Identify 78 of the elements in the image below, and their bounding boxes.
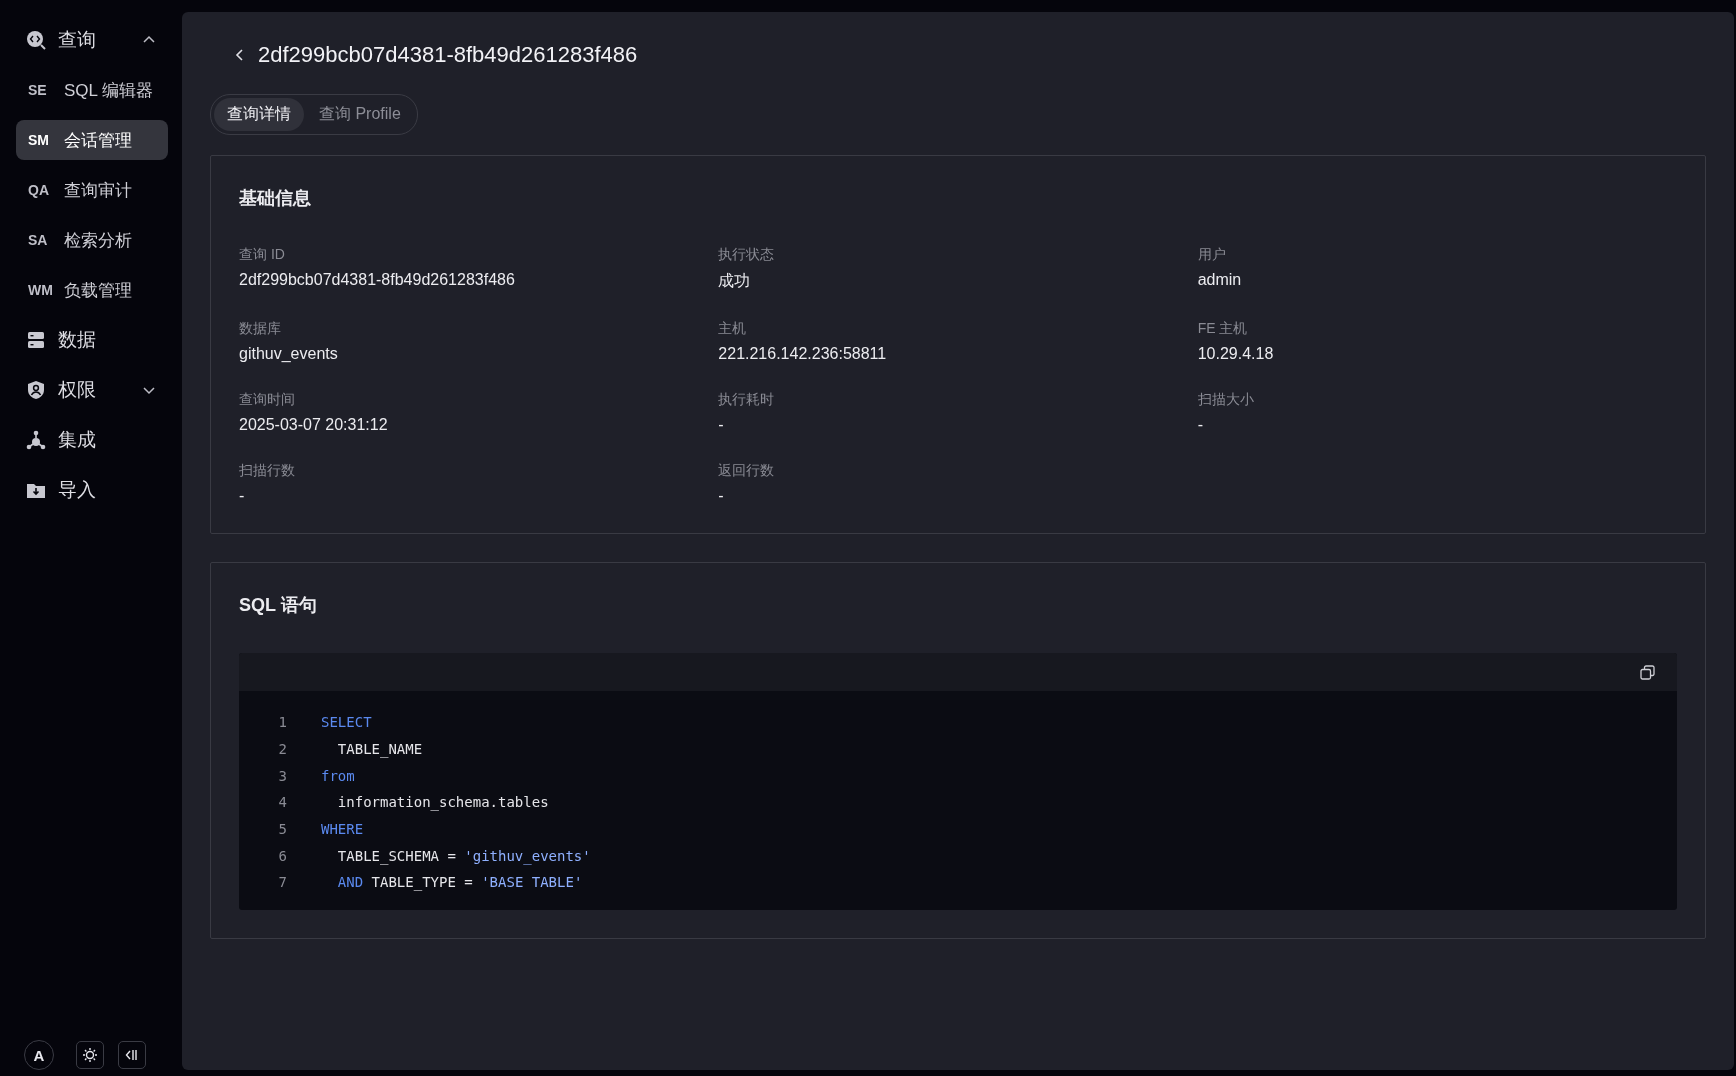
theme-toggle-button[interactable]: [76, 1041, 104, 1069]
sidebar-item-abbreviation: SA: [28, 232, 49, 248]
field-label: 返回行数: [718, 462, 776, 480]
copy-button[interactable]: [1640, 664, 1655, 680]
sidebar-group-item[interactable]: 权限: [0, 370, 182, 410]
field-value: 221.216.142.236:58811: [718, 345, 888, 363]
field-value: 2df299bcb07d4381-8fb49d261283f486: [239, 271, 516, 289]
field-value: 成功: [718, 271, 752, 291]
sidebar-group-label: 导入: [58, 478, 97, 502]
field-label: 数据库: [239, 320, 282, 338]
field-value: githuv_events: [239, 345, 339, 363]
field-label: 查询时间: [239, 391, 296, 409]
field-label: 执行耗时: [718, 391, 776, 409]
sidebar-group-item[interactable]: 导入: [0, 470, 182, 510]
field-label: 扫描行数: [239, 462, 296, 480]
sidebar-item-abbreviation: QA: [28, 182, 50, 198]
line-number: 7: [277, 874, 287, 891]
sidebar-item-label: 查询审计: [64, 179, 132, 202]
code-line: TABLE_SCHEMA = 'githuv_events': [336, 847, 591, 864]
collapse-sidebar-button[interactable]: [118, 1041, 146, 1069]
sidebar-item-label: 会话管理: [64, 129, 132, 152]
sidebar-item[interactable]: WM 负载管理: [16, 270, 168, 310]
nodes-icon: [26, 430, 46, 450]
collapse-icon: [125, 1048, 139, 1062]
field-value: admin: [1197, 271, 1243, 289]
sidebar-group-label: 集成: [58, 428, 97, 452]
field-label: 用户: [1197, 246, 1227, 264]
sidebar-item[interactable]: SA 检索分析: [16, 220, 168, 260]
sidebar-item-abbreviation: SE: [28, 82, 48, 98]
tab[interactable]: 查询详情: [214, 98, 304, 131]
back-button[interactable]: [234, 48, 246, 62]
shield-user-icon: [26, 380, 46, 400]
sidebar-item-abbreviation: WM: [28, 282, 52, 298]
code-line: AND TABLE_TYPE = 'BASE TABLE': [336, 874, 583, 891]
copy-icon: [1640, 664, 1655, 680]
line-number: 5: [277, 821, 287, 838]
field-value: -: [239, 487, 246, 505]
sidebar-group-item[interactable]: 集成: [0, 420, 182, 460]
tab[interactable]: 查询 Profile: [306, 98, 414, 131]
sidebar-item[interactable]: SE SQL 编辑器: [16, 70, 168, 110]
field-label: 主机: [718, 320, 748, 338]
sidebar-item-abbreviation: SM: [28, 132, 50, 148]
line-number: 1: [277, 714, 287, 731]
field-value: -: [1197, 416, 1204, 434]
field-label: 执行状态: [718, 246, 776, 264]
field-label: FE 主机: [1197, 320, 1249, 338]
sidebar-group-item[interactable]: 查询: [0, 20, 182, 60]
sidebar-item[interactable]: SM 会话管理: [16, 120, 168, 160]
field-value: 10.29.4.18: [1197, 345, 1275, 363]
line-number: 6: [277, 847, 287, 864]
sidebar-item-label: 检索分析: [64, 229, 132, 252]
line-number: 4: [277, 794, 287, 811]
code-line: information_schema.tables: [336, 794, 549, 811]
code-line: WHERE: [321, 821, 364, 838]
sidebar-group-item[interactable]: 数据: [0, 320, 182, 360]
sidebar-item[interactable]: QA 查询审计: [16, 170, 168, 210]
sidebar-group-label: 权限: [58, 378, 97, 402]
code-line: TABLE_NAME: [336, 741, 423, 758]
field-value: 2025-03-07 20:31:12: [239, 416, 389, 434]
field-value: -: [718, 416, 725, 434]
sidebar-item-label: SQL 编辑器: [64, 79, 154, 102]
field-label: 查询 ID: [239, 246, 286, 264]
code-line: SELECT: [321, 714, 372, 731]
card-title: SQL 语句: [239, 594, 318, 617]
card-title: 基础信息: [239, 187, 312, 210]
server-icon: [26, 330, 46, 350]
page-title: 2df299bcb07d4381-8fb49d261283f486: [258, 42, 638, 68]
sun-icon: [82, 1047, 98, 1063]
code-search-icon: [26, 30, 46, 50]
line-number: 3: [277, 767, 287, 784]
chevron-left-icon: [234, 48, 246, 62]
code-line: from: [321, 767, 355, 784]
line-number: 2: [277, 741, 287, 758]
field-label: 扫描大小: [1197, 391, 1255, 409]
sidebar-group-label: 数据: [58, 328, 97, 352]
field-value: -: [718, 487, 725, 505]
sidebar-item-label: 负载管理: [64, 279, 132, 302]
sidebar-group-label: 查询: [58, 28, 97, 52]
